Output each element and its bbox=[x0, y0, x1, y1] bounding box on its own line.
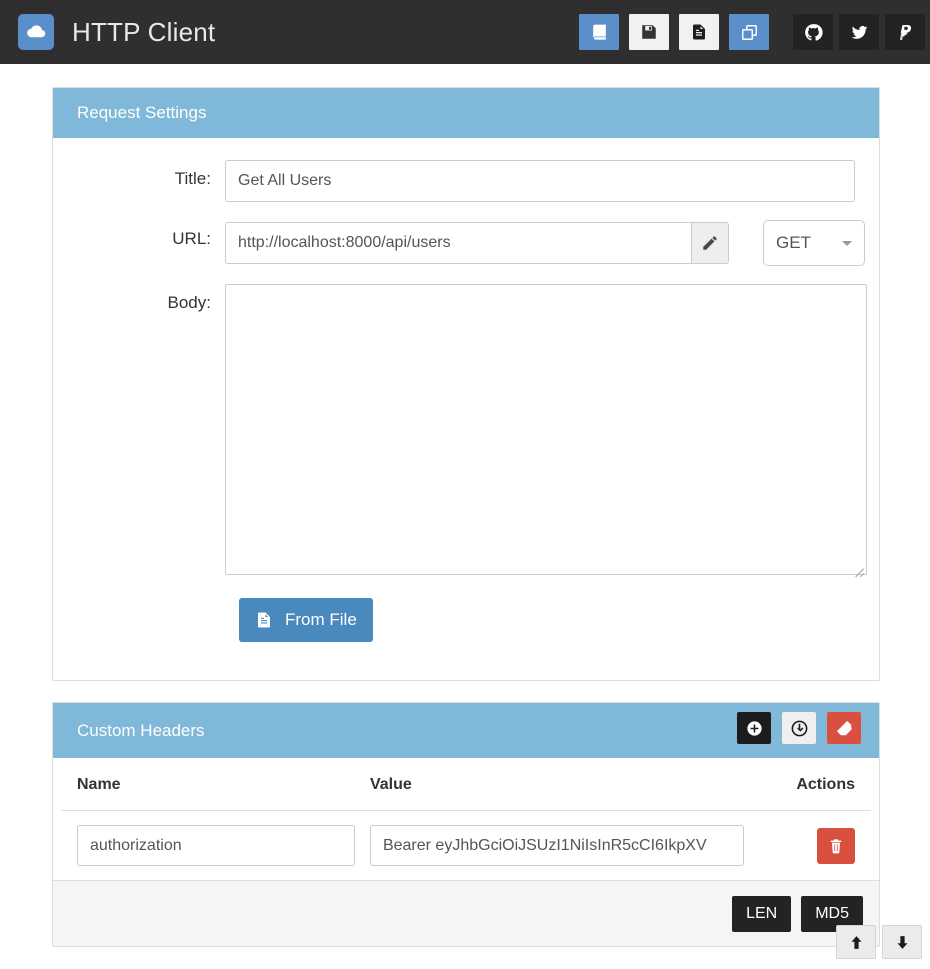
custom-headers-footer: LEN MD5 bbox=[53, 880, 879, 946]
arrow-down-icon bbox=[897, 935, 907, 949]
github-icon bbox=[804, 23, 823, 41]
plus-circle-icon bbox=[746, 720, 762, 736]
file-icon bbox=[693, 24, 705, 40]
headers-table-header-row: Name Value Actions bbox=[61, 758, 871, 811]
cloud-icon bbox=[18, 14, 54, 50]
top-navbar: HTTP Client bbox=[0, 0, 930, 64]
header-value-input[interactable] bbox=[369, 825, 744, 866]
custom-headers-body: Name Value Actions bbox=[53, 758, 879, 880]
body-textarea-wrap bbox=[225, 284, 867, 580]
scroll-buttons bbox=[830, 925, 922, 959]
github-icon-button[interactable] bbox=[793, 14, 833, 50]
brand[interactable]: HTTP Client bbox=[18, 14, 215, 50]
panel-title: Custom Headers bbox=[77, 720, 205, 740]
title-input[interactable] bbox=[225, 160, 855, 202]
custom-headers-actions bbox=[726, 712, 861, 744]
url-edit-button[interactable] bbox=[691, 222, 729, 264]
body-label: Body: bbox=[167, 293, 211, 312]
url-group: GET bbox=[225, 220, 865, 266]
twitter-icon-button[interactable] bbox=[839, 14, 879, 50]
paypal-icon-button[interactable] bbox=[885, 14, 925, 50]
book-icon-button[interactable] bbox=[579, 14, 619, 50]
body-row: Body: bbox=[77, 284, 867, 580]
headers-table: Name Value Actions bbox=[61, 758, 871, 880]
copy-icon-button[interactable] bbox=[729, 14, 769, 50]
header-action-cell bbox=[796, 811, 871, 881]
clear-headers-button[interactable] bbox=[827, 712, 861, 744]
column-header-actions: Actions bbox=[796, 758, 871, 811]
page-content: Request Settings Title: URL: bbox=[0, 64, 930, 969]
header-name-input[interactable] bbox=[77, 825, 355, 866]
method-select[interactable]: GET bbox=[763, 220, 865, 266]
from-file-button[interactable]: From File bbox=[239, 598, 373, 642]
request-settings-heading: Request Settings bbox=[53, 88, 879, 138]
header-value-cell bbox=[369, 811, 796, 881]
save-icon-button[interactable] bbox=[629, 14, 669, 50]
arrow-up-icon bbox=[851, 935, 861, 949]
scroll-to-top-button[interactable] bbox=[836, 925, 876, 959]
pencil-icon bbox=[703, 236, 717, 250]
len-button[interactable]: LEN bbox=[732, 895, 792, 932]
url-input[interactable] bbox=[225, 222, 691, 264]
header-name-cell bbox=[61, 811, 370, 881]
social-links bbox=[793, 14, 925, 50]
twitter-icon bbox=[851, 25, 867, 39]
app-title: HTTP Client bbox=[72, 16, 216, 47]
body-textarea[interactable] bbox=[225, 284, 867, 575]
save-icon bbox=[642, 25, 656, 39]
table-row bbox=[61, 811, 871, 881]
navbar-toolbar bbox=[579, 14, 925, 50]
scroll-to-bottom-button[interactable] bbox=[882, 925, 922, 959]
headers-table-body bbox=[61, 811, 871, 881]
eraser-icon bbox=[836, 720, 852, 735]
trash-icon bbox=[830, 838, 842, 853]
headers-table-head: Name Value Actions bbox=[61, 758, 871, 811]
title-row: Title: bbox=[77, 160, 855, 202]
request-settings-panel: Request Settings Title: URL: bbox=[52, 87, 880, 681]
load-header-button[interactable] bbox=[782, 712, 816, 744]
panel-title: Request Settings bbox=[77, 103, 207, 122]
custom-headers-panel: Custom Headers Name Value Actions author… bbox=[52, 702, 880, 947]
chevron-down-icon bbox=[842, 240, 852, 246]
url-label: URL: bbox=[172, 229, 211, 248]
download-circle-icon bbox=[791, 720, 807, 736]
column-header-name: Name bbox=[61, 758, 370, 811]
copy-icon bbox=[741, 24, 757, 40]
title-label: Title: bbox=[174, 169, 211, 188]
delete-header-button[interactable] bbox=[817, 827, 855, 864]
from-file-label: From File bbox=[285, 610, 357, 629]
url-row: URL: GET bbox=[77, 220, 865, 266]
file-icon bbox=[258, 612, 270, 628]
book-icon bbox=[592, 24, 606, 40]
add-header-button[interactable] bbox=[737, 712, 771, 744]
column-header-value: Value bbox=[369, 758, 797, 811]
method-value: GET bbox=[776, 233, 811, 252]
file-icon-button[interactable] bbox=[679, 14, 719, 50]
custom-headers-heading: Custom Headers bbox=[53, 703, 879, 758]
paypal-icon bbox=[899, 24, 911, 40]
request-settings-body: Title: URL: GET bbox=[53, 138, 879, 666]
